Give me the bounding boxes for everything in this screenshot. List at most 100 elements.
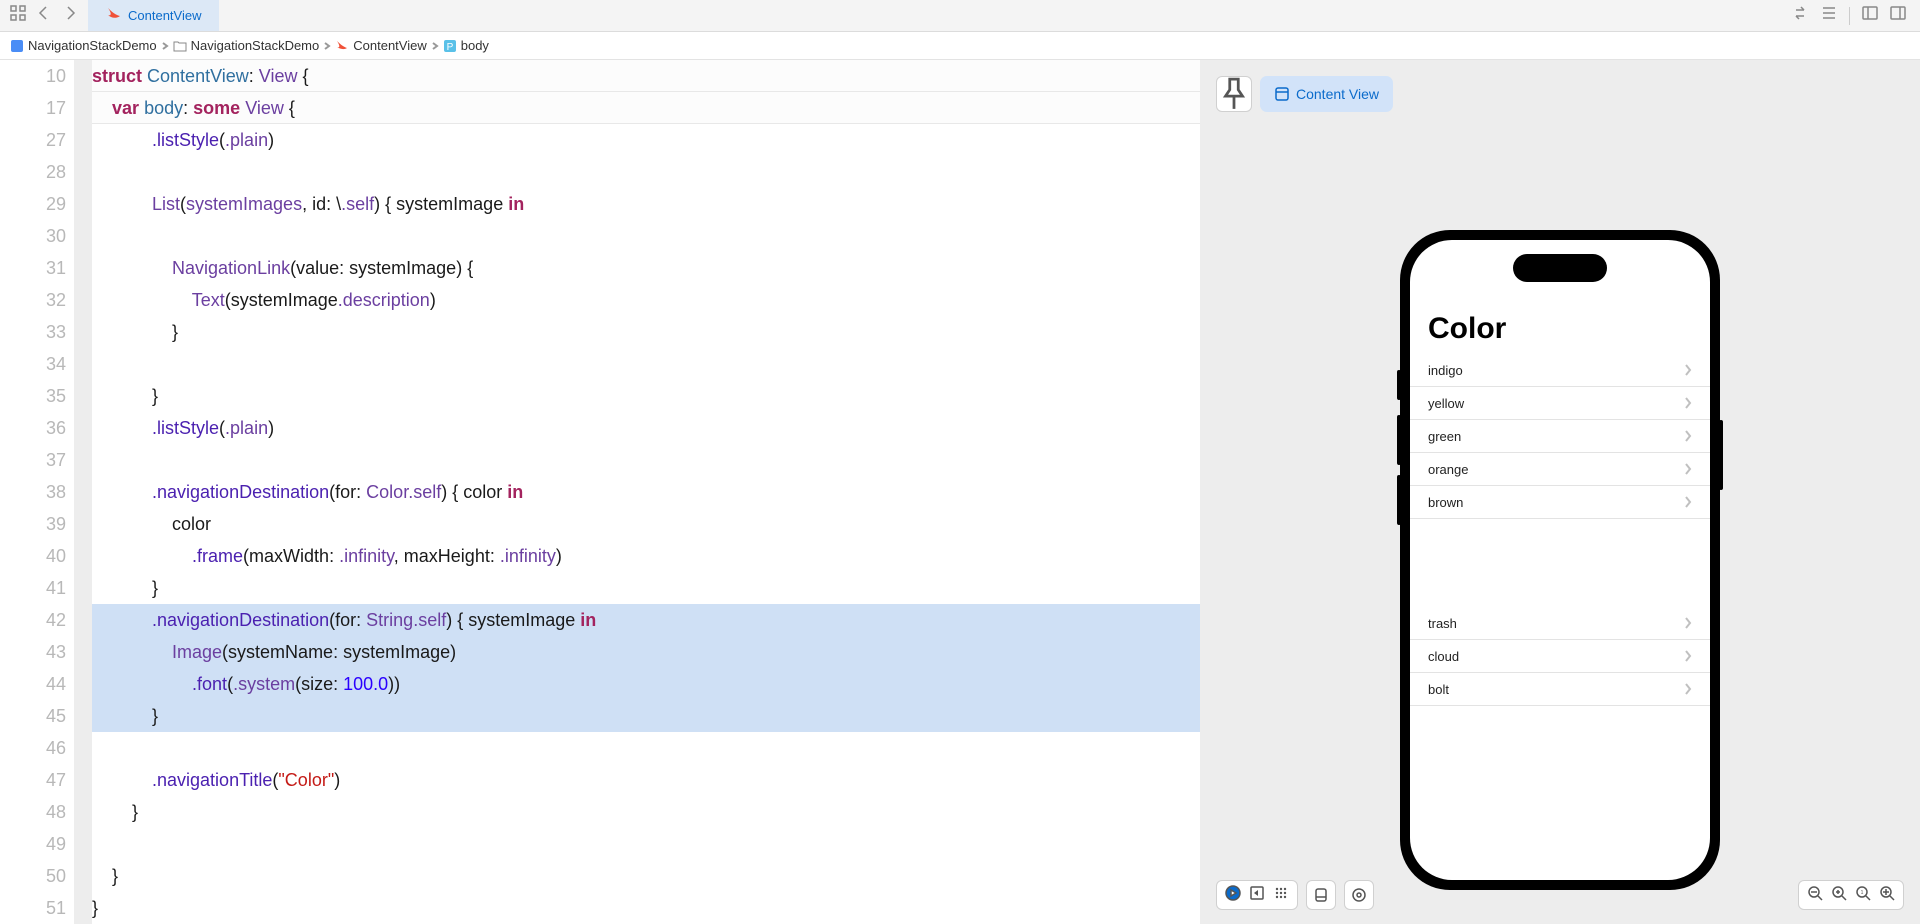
list-item[interactable]: bolt <box>1410 673 1710 706</box>
line-number: 51 <box>0 892 66 924</box>
list-item[interactable]: brown <box>1410 486 1710 519</box>
svg-text:1: 1 <box>1861 890 1864 896</box>
zoom-controls[interactable]: 1 <box>1798 880 1904 910</box>
crumb-file[interactable]: ContentView <box>335 38 426 53</box>
side-button <box>1719 420 1723 490</box>
phone-title: Color <box>1410 308 1710 354</box>
line-number: 43 <box>0 636 66 668</box>
list-item[interactable]: yellow <box>1410 387 1710 420</box>
grid-icon <box>1273 885 1289 906</box>
phone-content: Color indigo yellow green orange brown trash… <box>1410 302 1710 880</box>
code-editor[interactable]: 1017272829303132333435363738394041424344… <box>0 60 1200 924</box>
chevron-right-icon <box>1684 364 1692 376</box>
line-number: 29 <box>0 188 66 220</box>
swap-icon[interactable] <box>1793 5 1809 26</box>
preview-chip[interactable]: Content View <box>1260 76 1393 112</box>
fold-column <box>74 60 92 924</box>
line-number: 50 <box>0 860 66 892</box>
list-item-label: indigo <box>1428 363 1463 378</box>
line-number: 28 <box>0 156 66 188</box>
panel-left-icon[interactable] <box>1862 5 1878 26</box>
crumb-folder[interactable]: NavigationStackDemo <box>173 38 320 53</box>
line-number: 34 <box>0 348 66 380</box>
chevron-right-icon <box>431 38 439 53</box>
layout-icon <box>1274 86 1290 102</box>
line-number: 33 <box>0 316 66 348</box>
list-item-label: bolt <box>1428 682 1449 697</box>
sep <box>1849 7 1850 25</box>
side-button <box>1397 475 1401 525</box>
side-button <box>1397 415 1401 465</box>
grid-icon[interactable] <box>10 5 26 26</box>
chevron-right-icon <box>1684 430 1692 442</box>
chevron-right-icon <box>1684 617 1692 629</box>
line-number: 46 <box>0 732 66 764</box>
forward-icon[interactable] <box>62 5 78 26</box>
preview-toolbar: 1 <box>1216 880 1904 910</box>
list-item[interactable]: cloud <box>1410 640 1710 673</box>
line-number: 47 <box>0 764 66 796</box>
line-number: 31 <box>0 252 66 284</box>
tab-contentview[interactable]: ContentView <box>88 0 219 31</box>
zoom-fit-icon <box>1831 885 1847 906</box>
preview-panel: Content View Color indigo yellow green oran… <box>1200 60 1920 924</box>
side-button <box>1397 370 1401 400</box>
panel-right-icon[interactable] <box>1890 5 1906 26</box>
code-lines: struct ContentView: View { var body: som… <box>92 60 1200 924</box>
chevron-right-icon <box>1684 463 1692 475</box>
list-item-label: yellow <box>1428 396 1464 411</box>
list-item[interactable]: orange <box>1410 453 1710 486</box>
line-number: 38 <box>0 476 66 508</box>
tab-bar-right <box>1779 5 1920 26</box>
zoom-in-icon <box>1879 885 1895 906</box>
chevron-right-icon <box>1684 496 1692 508</box>
crumb-project[interactable]: NavigationStackDemo <box>10 38 157 53</box>
tab-bar: ContentView <box>0 0 1920 32</box>
line-number: 30 <box>0 220 66 252</box>
select-icon <box>1249 885 1265 906</box>
line-gutter: 1017272829303132333435363738394041424344… <box>0 60 74 924</box>
chevron-right-icon <box>1684 650 1692 662</box>
line-number: 27 <box>0 124 66 156</box>
zoom-100-icon: 1 <box>1855 885 1871 906</box>
settings-button[interactable] <box>1344 880 1374 910</box>
line-number: 36 <box>0 412 66 444</box>
property-icon: P <box>443 39 457 53</box>
list-item-label: cloud <box>1428 649 1459 664</box>
device-settings-button[interactable] <box>1306 880 1336 910</box>
line-number: 42 <box>0 604 66 636</box>
swift-icon <box>335 39 349 53</box>
tab-title: ContentView <box>128 8 201 23</box>
line-number: 39 <box>0 508 66 540</box>
app-icon <box>10 39 24 53</box>
pin-button[interactable] <box>1216 76 1252 112</box>
crumb-symbol[interactable]: P body <box>443 38 489 53</box>
line-number: 10 <box>0 60 66 92</box>
list-item[interactable]: indigo <box>1410 354 1710 387</box>
tab-bar-left <box>0 5 88 26</box>
preview-controls[interactable] <box>1216 880 1298 910</box>
list-item[interactable]: trash <box>1410 607 1710 640</box>
line-number: 45 <box>0 700 66 732</box>
line-number: 32 <box>0 284 66 316</box>
zoom-out-icon <box>1807 885 1823 906</box>
chevron-right-icon <box>1684 683 1692 695</box>
list-item-label: brown <box>1428 495 1463 510</box>
dynamic-island <box>1513 254 1607 282</box>
play-icon <box>1225 885 1241 906</box>
chevron-right-icon <box>1684 397 1692 409</box>
line-number: 37 <box>0 444 66 476</box>
line-number: 44 <box>0 668 66 700</box>
line-number: 17 <box>0 92 66 124</box>
line-number: 35 <box>0 380 66 412</box>
list-icon[interactable] <box>1821 5 1837 26</box>
breadcrumb: NavigationStackDemo NavigationStackDemo … <box>0 32 1920 60</box>
list-item[interactable]: green <box>1410 420 1710 453</box>
line-number: 40 <box>0 540 66 572</box>
list-item-label: green <box>1428 429 1461 444</box>
line-number: 48 <box>0 796 66 828</box>
phone-frame: Color indigo yellow green orange brown trash… <box>1400 230 1720 890</box>
list-item-label: orange <box>1428 462 1468 477</box>
back-icon[interactable] <box>36 5 52 26</box>
line-number: 49 <box>0 828 66 860</box>
